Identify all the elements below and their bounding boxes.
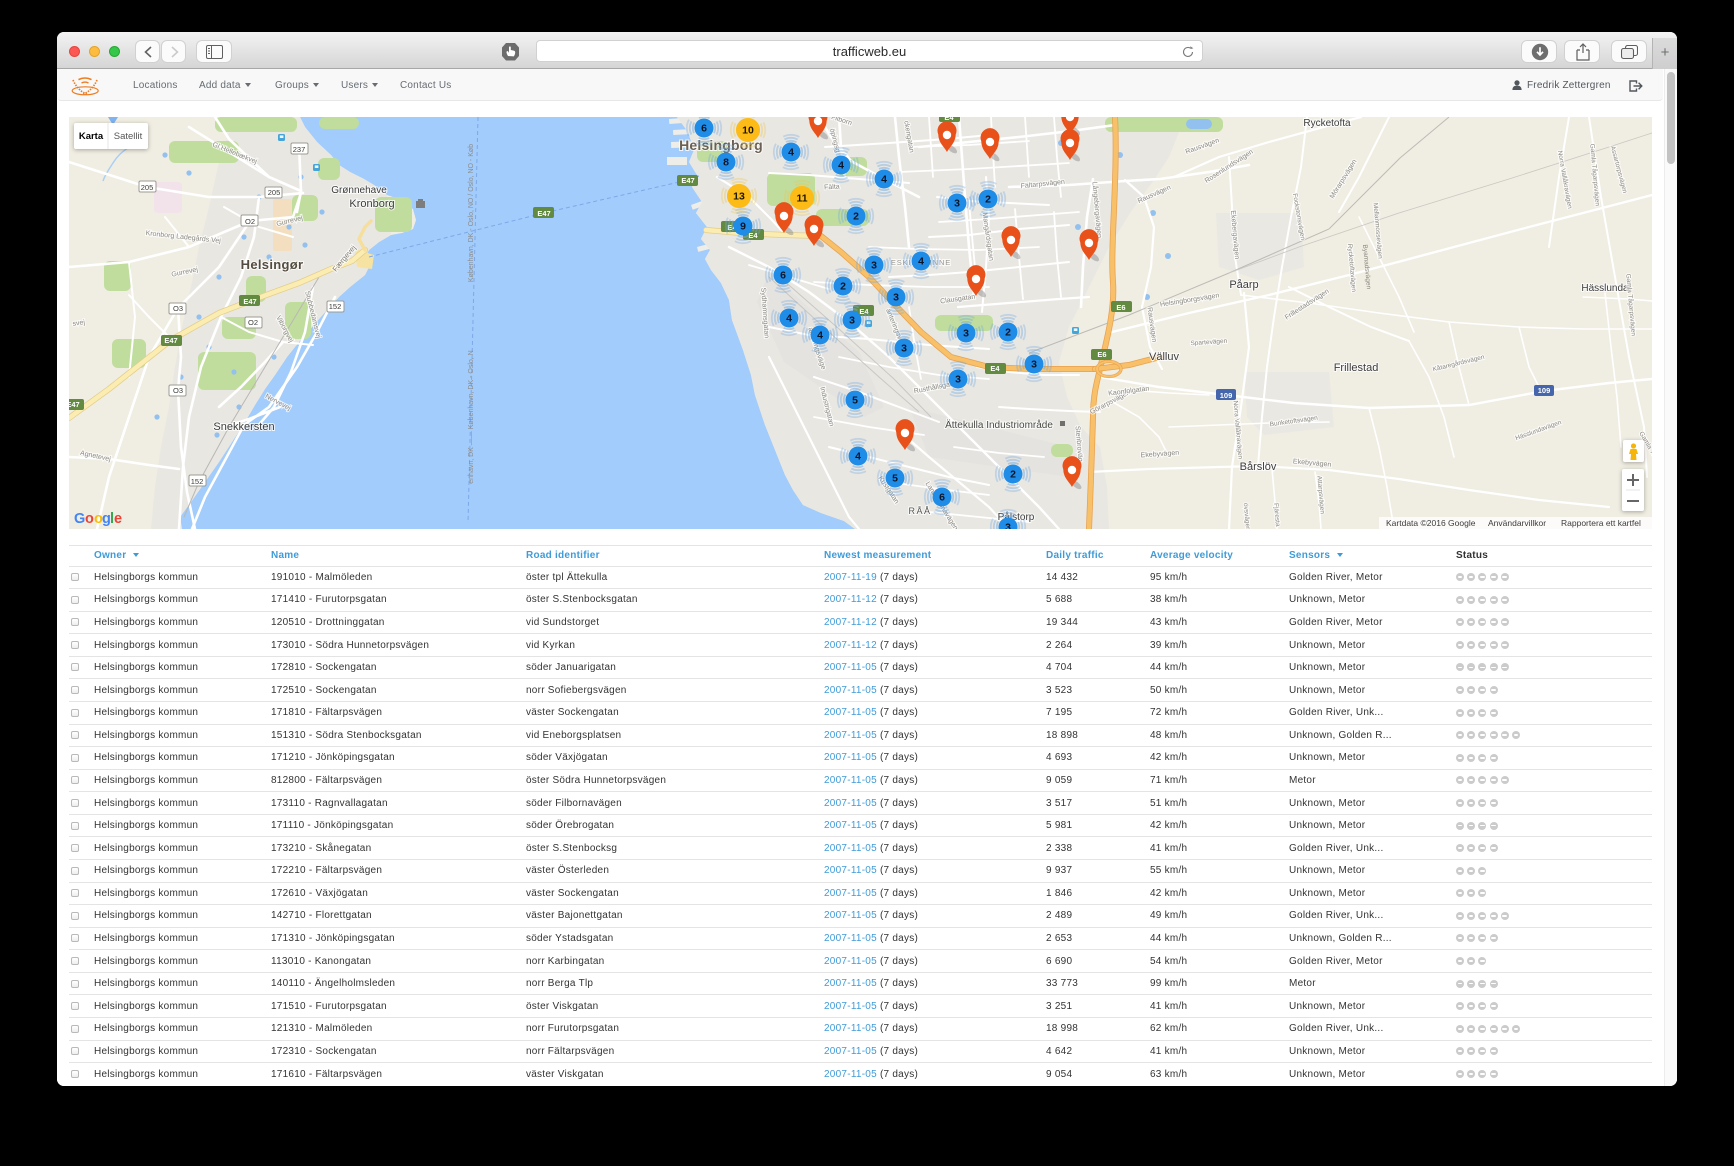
svg-text:G: G	[74, 511, 85, 527]
svg-text:3: 3	[871, 260, 877, 272]
svg-text:Helsingør: Helsingør	[241, 257, 304, 272]
svg-text:Hässlunda: Hässlunda	[1581, 283, 1629, 294]
svg-text:4: 4	[881, 174, 887, 186]
svg-text:152: 152	[329, 302, 342, 311]
svg-text:E47: E47	[164, 336, 177, 345]
svg-text:Välluv: Välluv	[1149, 351, 1179, 363]
svg-text:4: 4	[788, 147, 794, 159]
svg-text:5: 5	[852, 395, 858, 407]
svg-text:O2: O2	[248, 318, 258, 327]
svg-text:4: 4	[918, 256, 924, 268]
svg-text:3: 3	[963, 328, 969, 340]
svg-text:E6: E6	[1097, 350, 1106, 359]
svg-text:Påarp: Påarp	[1229, 279, 1258, 291]
svg-text:205: 205	[141, 183, 154, 192]
svg-text:Kronborg: Kronborg	[349, 198, 394, 210]
svg-text:13: 13	[733, 191, 745, 203]
svg-text:2: 2	[853, 211, 859, 223]
svg-text:Snekkersten: Snekkersten	[213, 421, 274, 433]
svg-text:3: 3	[1005, 522, 1011, 530]
svg-text:E6: E6	[1116, 303, 1125, 312]
svg-text:Bårslöv: Bårslöv	[1240, 461, 1277, 473]
svg-text:3: 3	[849, 315, 855, 327]
svg-text:4: 4	[855, 451, 861, 463]
svg-text:E47: E47	[243, 297, 256, 306]
svg-text:109: 109	[1538, 386, 1551, 395]
svg-text:205: 205	[268, 188, 281, 197]
svg-text:5: 5	[892, 473, 898, 485]
svg-text:109: 109	[1220, 391, 1233, 400]
svg-text:11: 11	[796, 193, 807, 205]
svg-text:enhavn, DK —— København, DK -: enhavn, DK —— København, DK - Oslo, N	[468, 350, 475, 483]
svg-text:Fälta: Fälta	[824, 183, 840, 191]
svg-text:O3: O3	[173, 304, 183, 313]
svg-text:Kartdata ©2016 Google: Kartdata ©2016 Google	[1386, 518, 1476, 528]
svg-text:RÅÅ: RÅÅ	[908, 506, 931, 516]
svg-text:4: 4	[817, 330, 823, 342]
svg-text:E4: E4	[990, 364, 1000, 373]
svg-text:København, DK - Oslo, NO / Osl: København, DK - Oslo, NO / Oslo, NO - Kø…	[468, 144, 475, 282]
svg-text:Användarvillkor: Användarvillkor	[1488, 518, 1546, 528]
svg-text:3: 3	[1031, 359, 1037, 371]
svg-text:4: 4	[786, 313, 792, 325]
svg-text:3: 3	[893, 292, 899, 304]
svg-text:Grønnehave: Grønnehave	[331, 185, 387, 196]
svg-text:3: 3	[955, 374, 961, 386]
svg-text:2: 2	[840, 281, 846, 293]
svg-text:E47: E47	[537, 209, 550, 218]
svg-text:6: 6	[701, 123, 707, 135]
svg-text:O2: O2	[245, 217, 255, 226]
svg-text:3: 3	[901, 343, 907, 355]
svg-text:E47: E47	[681, 176, 694, 185]
svg-text:10: 10	[742, 125, 754, 137]
svg-text:152: 152	[191, 477, 204, 486]
svg-text:Satellit: Satellit	[114, 131, 143, 142]
svg-text:2: 2	[985, 194, 991, 206]
svg-text:E47: E47	[69, 400, 80, 409]
svg-text:2: 2	[1005, 327, 1011, 339]
svg-text:Karta: Karta	[79, 131, 104, 142]
svg-text:Rycketofta: Rycketofta	[1303, 118, 1351, 129]
svg-text:4: 4	[838, 160, 844, 172]
svg-text:8: 8	[723, 157, 729, 169]
svg-text:Frillestad: Frillestad	[1334, 362, 1379, 374]
svg-text:O3: O3	[173, 386, 183, 395]
svg-text:6: 6	[780, 270, 786, 282]
svg-text:Rapportera ett kartfel: Rapportera ett kartfel	[1561, 518, 1641, 528]
svg-text:237: 237	[293, 145, 306, 154]
svg-text:o: o	[85, 511, 94, 527]
svg-text:9: 9	[740, 221, 746, 233]
svg-text:2: 2	[1010, 469, 1016, 481]
svg-text:Ättekulla Industriområde: Ättekulla Industriområde	[945, 419, 1053, 431]
svg-text:3: 3	[954, 198, 960, 210]
svg-text:e: e	[114, 511, 122, 527]
svg-text:6: 6	[939, 492, 945, 504]
